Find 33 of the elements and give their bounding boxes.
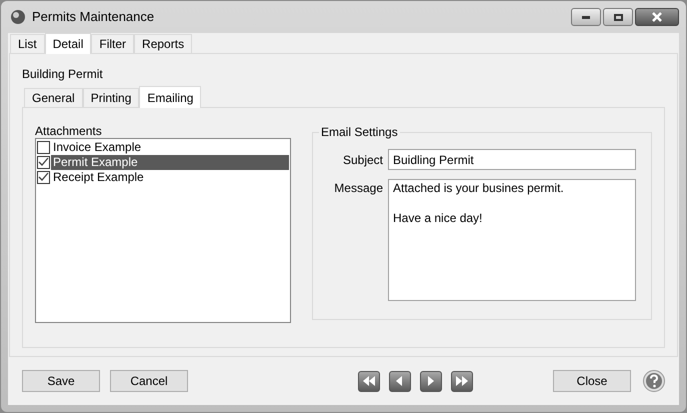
app-icon [10,9,26,25]
subject-label: Subject [342,152,384,168]
close-window-button[interactable] [635,8,679,26]
save-button[interactable]: Save [22,370,100,392]
checkbox[interactable] [37,141,50,154]
last-record-button[interactable] [451,370,473,392]
minimize-button[interactable] [571,8,601,26]
window-title: Permits Maintenance [32,8,154,26]
close-button[interactable]: Close [553,370,631,392]
double-triangle-icon [455,375,469,387]
previous-record-button[interactable] [389,370,411,392]
tab[interactable]: Filter [91,34,134,53]
checkbox[interactable] [37,171,50,184]
attachments-label: Attachments [35,123,103,137]
group-title: Email Settings [319,125,400,139]
double-triangle-icon [362,375,376,387]
cancel-button[interactable]: Cancel [110,370,188,392]
tab[interactable]: Emailing [139,86,202,108]
record-title: Building Permit [22,66,104,81]
checkbox[interactable] [37,156,50,169]
message-field[interactable]: Attached is your busines permit. Have a nice day! [388,179,636,301]
tab[interactable]: Reports [134,34,192,53]
close-icon [651,12,663,22]
help-icon[interactable] [643,370,665,392]
message-label: Message [333,180,384,197]
maximize-button[interactable] [603,8,633,26]
subject-field[interactable]: Buidling Permit [388,149,636,170]
first-record-button[interactable] [358,370,380,392]
attachment-item[interactable]: Receipt Example [37,170,289,185]
next-record-button[interactable] [420,370,442,392]
attachment-item[interactable]: Invoice Example [37,140,289,155]
tab[interactable]: General [24,88,83,107]
tab[interactable]: Detail [44,33,92,54]
